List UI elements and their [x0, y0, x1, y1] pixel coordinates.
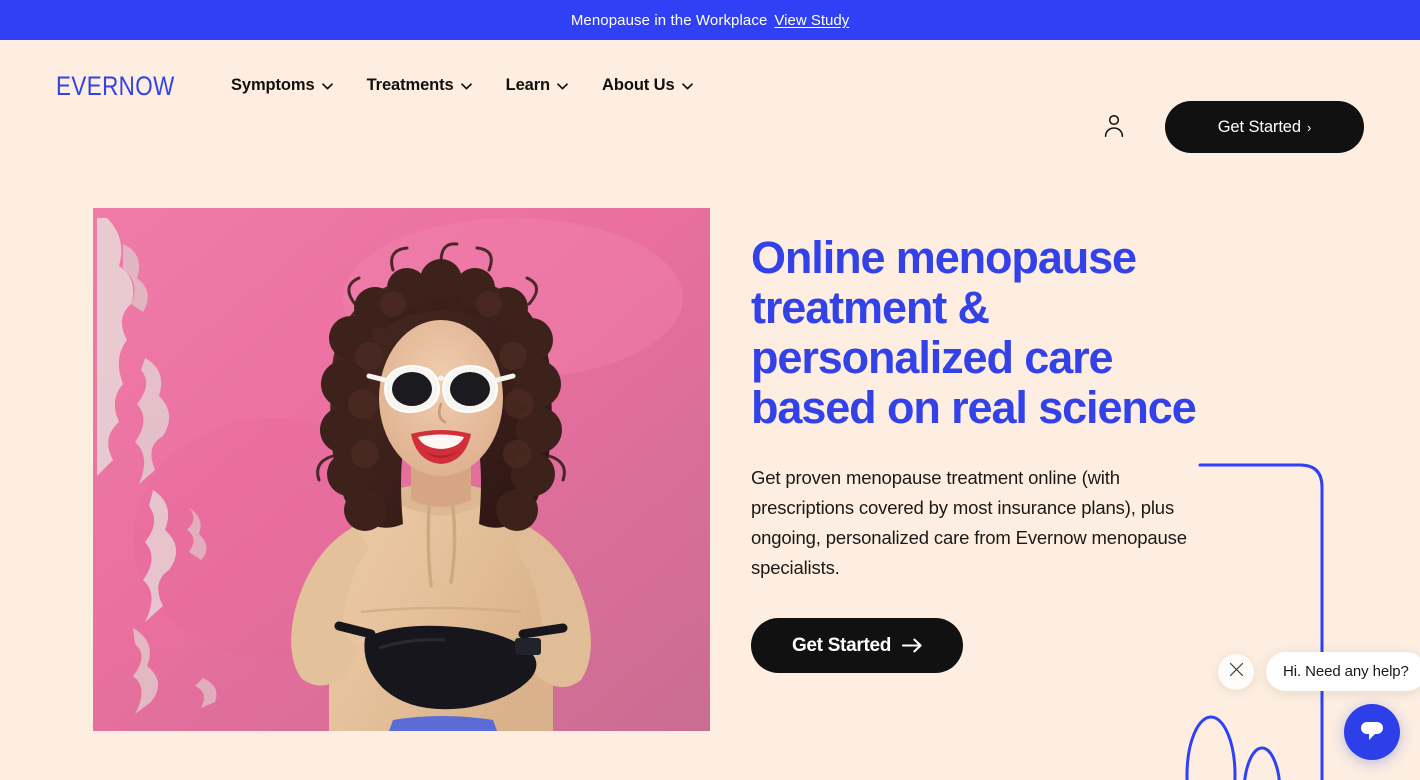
chat-launcher-button[interactable]	[1344, 704, 1400, 760]
nav-item-label: Symptoms	[231, 76, 315, 94]
chevron-down-icon	[557, 83, 568, 90]
chevron-down-icon	[681, 83, 693, 90]
main-navigation: Symptoms Treatments Learn About Us	[231, 76, 693, 95]
page-root: Menopause in the Workplace View Study EV…	[0, 0, 1420, 780]
user-account-icon[interactable]	[1101, 112, 1127, 138]
nav-item-learn[interactable]: Learn	[506, 76, 568, 95]
announcement-text: Menopause in the Workplace	[570, 11, 768, 29]
nav-item-label: Treatments	[366, 76, 454, 94]
hero-photo-illustration	[93, 208, 710, 731]
nav-item-label: About Us	[602, 76, 675, 94]
site-header: EVERNOW Symptoms Treatments Learn About …	[0, 40, 1420, 153]
chat-close-button[interactable]	[1218, 654, 1254, 690]
nav-item-treatments[interactable]: Treatments	[367, 76, 472, 95]
chevron-right-icon: ›	[1306, 119, 1312, 135]
chat-greeting-text: Hi. Need any help?	[1283, 663, 1409, 680]
nav-item-symptoms[interactable]: Symptoms	[231, 76, 333, 95]
hero-copy: Online menopause treatment & personalize…	[751, 233, 1221, 673]
announcement-view-study-link[interactable]: View Study	[774, 12, 849, 29]
close-icon	[1229, 662, 1244, 682]
chevron-down-icon	[321, 83, 333, 90]
evernow-logo[interactable]: EVERNOW	[56, 73, 175, 100]
nav-item-about-us[interactable]: About Us	[602, 76, 693, 95]
chat-bubble-icon	[1357, 717, 1387, 748]
nav-item-label: Learn	[505, 76, 551, 94]
header-get-started-label: Get Started	[1217, 117, 1301, 136]
page-title: Online menopause treatment & personalize…	[751, 232, 1197, 433]
hero-description: Get proven menopause treatment online (w…	[751, 467, 1187, 578]
header-get-started-button[interactable]: Get Started ›	[1165, 101, 1364, 153]
arrow-right-icon	[902, 638, 922, 653]
hero-get-started-label: Get Started	[791, 634, 892, 656]
hero-image	[93, 208, 710, 731]
hero-get-started-button[interactable]: Get Started	[751, 618, 963, 673]
announcement-bar: Menopause in the Workplace View Study	[0, 0, 1420, 40]
chat-greeting-bubble[interactable]: Hi. Need any help?	[1266, 652, 1420, 691]
chevron-down-icon	[460, 83, 472, 90]
